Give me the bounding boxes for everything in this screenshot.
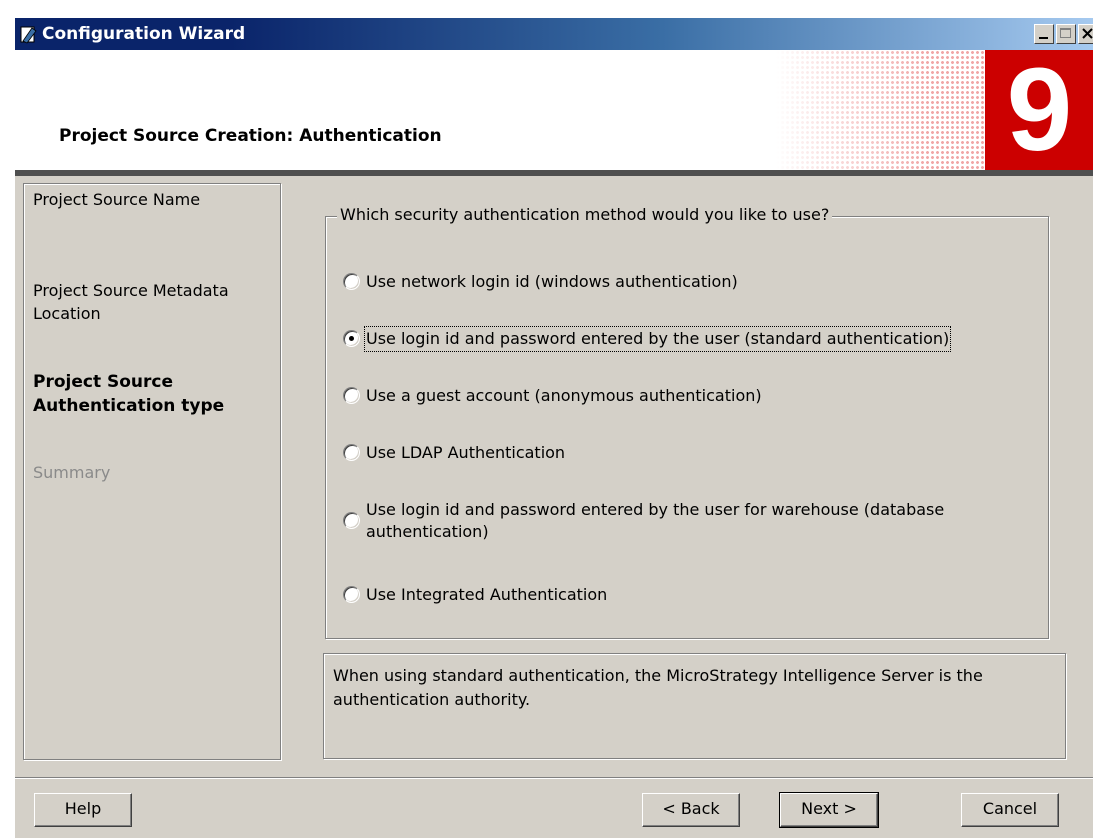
version-badge: 9	[985, 50, 1093, 170]
radio-label[interactable]: Use network login id (windows authentica…	[366, 271, 738, 293]
footer-divider	[15, 777, 1093, 779]
page-title: Project Source Creation: Authentication	[59, 126, 442, 146]
step-authentication-type: Project Source Authentication type	[33, 372, 225, 416]
header-divider	[15, 170, 1093, 176]
radio-label[interactable]: Use LDAP Authentication	[366, 442, 565, 464]
configuration-wizard-window: Configuration Wizard Project Source Crea…	[14, 18, 1093, 838]
radio-label[interactable]: Use Integrated Authentication	[366, 584, 607, 606]
maximize-button[interactable]	[1056, 24, 1076, 44]
maximize-icon	[1060, 28, 1071, 38]
auth-method-question: Which security authentication method wou…	[337, 204, 833, 226]
step-project-source-name: Project Source Name	[33, 190, 201, 209]
minimize-button[interactable]	[1034, 24, 1054, 44]
radio-label[interactable]: Use a guest account (anonymous authentic…	[366, 385, 762, 407]
radio-button[interactable]	[343, 586, 360, 603]
wizard-header: Project Source Creation: Authentication …	[15, 50, 1093, 170]
radio-button[interactable]	[343, 444, 360, 461]
back-button[interactable]: < Back	[642, 793, 740, 827]
radio-label[interactable]: Use login id and password entered by the…	[363, 326, 952, 352]
minimize-icon	[1039, 37, 1048, 39]
window-title: Configuration Wizard	[42, 24, 246, 44]
close-button[interactable]	[1078, 24, 1093, 44]
radio-label[interactable]: Use login id and password entered by the…	[366, 499, 1046, 543]
wizard-app-icon	[20, 26, 37, 44]
help-button[interactable]: Help	[34, 793, 132, 827]
cancel-button[interactable]: Cancel	[961, 793, 1059, 827]
radio-button[interactable]	[343, 512, 360, 529]
title-bar[interactable]: Configuration Wizard	[15, 18, 1093, 50]
next-button[interactable]: Next >	[779, 792, 879, 828]
radio-button-selected[interactable]	[343, 330, 360, 347]
header-dot-pattern	[775, 50, 995, 170]
radio-button[interactable]	[343, 273, 360, 290]
step-summary: Summary	[33, 463, 111, 482]
close-icon	[1082, 28, 1093, 39]
wizard-steps-panel: Project Source Name Project Source Metad…	[23, 183, 281, 760]
description-panel: When using standard authentication, the …	[323, 653, 1066, 759]
step-metadata-location: Project Source Metadata Location	[33, 281, 229, 323]
radio-selected-dot-icon	[349, 336, 354, 341]
radio-button[interactable]	[343, 387, 360, 404]
